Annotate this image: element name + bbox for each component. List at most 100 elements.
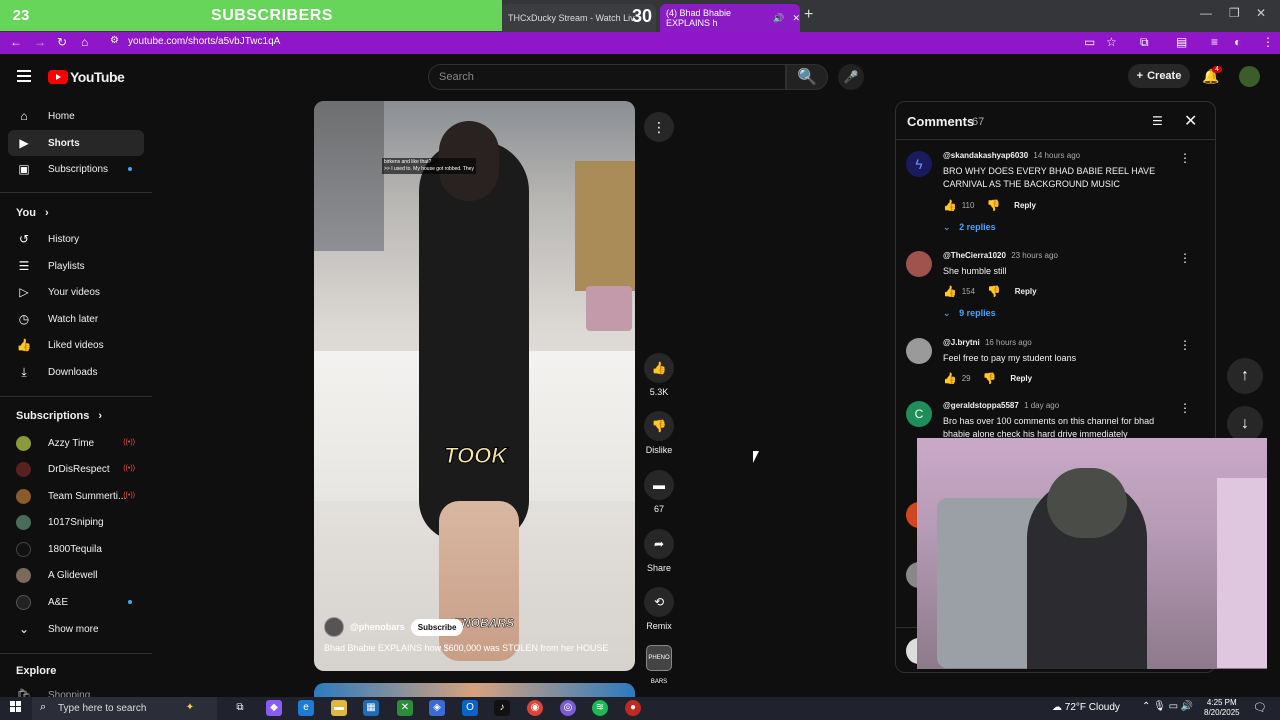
bookmark-star-icon[interactable]: ☆ <box>1106 35 1117 49</box>
spotify-icon[interactable]: ≋ <box>592 700 608 716</box>
reply-button[interactable]: Reply <box>1010 374 1032 383</box>
sidebar-item-history[interactable]: ↺ History <box>8 226 144 252</box>
subscriptions-heading[interactable]: Subscriptions › <box>16 410 102 422</box>
browser-menu-icon[interactable]: ⋮ <box>1262 35 1274 49</box>
remix-button[interactable]: ⟲ Remix <box>644 587 674 631</box>
extensions-icon[interactable]: ⧉ <box>1140 35 1149 50</box>
url-field[interactable]: youtube.com/shorts/a5vbJTwc1qA <box>128 36 280 47</box>
sidebar-item-shopping[interactable]: 🛍 Shopping <box>8 682 144 698</box>
view-replies-button[interactable]: ⌄ 2 replies <box>943 222 996 233</box>
sidebar-show-more[interactable]: ⌄ Show more <box>8 616 144 642</box>
comment-handle[interactable]: @TheCierra1020 <box>943 251 1006 260</box>
like-icon[interactable]: 👍 <box>943 372 957 385</box>
sidebar-item-playlists[interactable]: ☰ Playlists <box>8 253 144 279</box>
comment-menu-icon[interactable]: ⋮ <box>1179 151 1191 165</box>
maximize-icon[interactable]: ❐ <box>1229 6 1240 20</box>
browser-tab-stream[interactable]: THCxDucky Stream - Watch Liv 30 <box>502 4 656 32</box>
hamburger-menu-icon[interactable] <box>17 70 31 85</box>
create-button[interactable]: + Create <box>1128 64 1190 88</box>
dislike-icon[interactable]: 👎 <box>983 372 997 385</box>
xbox-icon[interactable]: ✕ <box>397 700 413 716</box>
sound-thumbnail[interactable]: PHENO BARS <box>646 645 672 685</box>
youtube-logo[interactable]: YouTube <box>48 69 125 85</box>
comment-handle[interactable]: @skandakashyap6030 <box>943 151 1028 160</box>
close-window-icon[interactable]: ✕ <box>1256 6 1266 20</box>
forward-icon[interactable]: → <box>34 35 46 49</box>
commenter-avatar[interactable]: ϟ <box>906 151 932 177</box>
sparkle-icon[interactable]: ✦ <box>182 700 198 716</box>
reply-button[interactable]: Reply <box>1015 287 1037 296</box>
sidebar-channel-item[interactable]: Team Summerti... ((•)) <box>8 483 144 509</box>
comments-button[interactable]: ▬ 67 <box>644 470 674 514</box>
close-tab-icon[interactable]: ✕ <box>792 13 800 24</box>
short-video-player[interactable]: birkens and like that? >> I used to. My … <box>314 101 635 671</box>
channel-name[interactable]: @phenobars <box>350 622 405 632</box>
close-icon[interactable]: ✕ <box>1184 111 1197 131</box>
sidebar-item-home[interactable]: ⌂ Home <box>8 103 144 129</box>
comment-handle[interactable]: @J.brytni <box>943 338 980 347</box>
app-icon[interactable]: ◈ <box>429 700 445 716</box>
like-button[interactable]: 👍 5.3K <box>644 353 674 397</box>
dislike-icon[interactable]: 👎 <box>986 199 1000 212</box>
sidebar-channel-item[interactable]: A Glidewell <box>8 562 144 588</box>
edge-icon[interactable]: e <box>298 700 314 716</box>
task-view-icon[interactable]: ⧉ <box>232 700 248 716</box>
site-info-icon[interactable]: ⚙ <box>110 35 119 46</box>
comment-menu-icon[interactable]: ⋮ <box>1179 251 1191 265</box>
sidebar-channel-item[interactable]: DrDisRespect ((•)) <box>8 456 144 482</box>
browser-tab-youtube[interactable]: (4) Bhad Bhabie EXPLAINS h 🔊 ✕ <box>660 4 800 32</box>
obs-icon[interactable]: ● <box>625 700 641 716</box>
sidebar-channel-item[interactable]: 1800Tequila <box>8 536 144 562</box>
windows-start-icon[interactable] <box>10 701 22 713</box>
comment-menu-icon[interactable]: ⋮ <box>1179 401 1191 415</box>
commenter-avatar[interactable]: C <box>906 401 932 427</box>
commenter-avatar[interactable] <box>906 251 932 277</box>
more-options-icon[interactable]: ⋮ <box>644 112 674 142</box>
copilot-icon[interactable]: ◆ <box>266 700 282 716</box>
sidebar-item-liked-videos[interactable]: 👍 Liked videos <box>8 332 144 358</box>
share-button[interactable]: ➦ Share <box>644 529 674 573</box>
search-input[interactable]: Search <box>428 64 786 90</box>
sort-icon[interactable]: ☰ <box>1152 114 1163 128</box>
home-browser-icon[interactable]: ⌂ <box>81 35 88 49</box>
dislike-icon[interactable]: 👎 <box>987 285 1001 298</box>
avatar[interactable] <box>1239 66 1260 87</box>
outlook-icon[interactable]: O <box>462 700 478 716</box>
messenger-icon[interactable]: ◎ <box>560 700 576 716</box>
file-explorer-icon[interactable]: ▬ <box>331 700 347 716</box>
sidebar-item-downloads[interactable]: ⤓ Downloads <box>8 359 144 385</box>
chrome-icon[interactable]: ◉ <box>527 700 543 716</box>
sidebar-item-your-videos[interactable]: ▷ Your videos <box>8 279 144 305</box>
dislike-button[interactable]: 👎 Dislike <box>644 411 674 455</box>
minimize-icon[interactable]: — <box>1200 6 1212 20</box>
sidebar-channel-item[interactable]: Azzy Time ((•)) <box>8 430 144 456</box>
system-tray[interactable]: ⌃ 🎙 ▭ 🔊 <box>1142 701 1193 712</box>
commenter-avatar[interactable] <box>906 338 932 364</box>
subscribe-button[interactable]: Subscribe <box>410 618 464 636</box>
media-icon[interactable]: ≡ <box>1211 35 1218 49</box>
sidebar-item-watch-later[interactable]: ◷ Watch later <box>8 306 144 332</box>
weather-widget[interactable]: ☁ 72°F Cloudy <box>1052 702 1120 713</box>
sidebar-item-shorts[interactable]: ▶ Shorts <box>8 130 144 156</box>
reading-icon[interactable]: ▤ <box>1176 35 1187 49</box>
comment-menu-icon[interactable]: ⋮ <box>1179 338 1191 352</box>
sidebar-channel-item[interactable]: 1017Sniping <box>8 509 144 535</box>
store-icon[interactable]: ▦ <box>363 700 379 716</box>
you-heading[interactable]: You › <box>16 207 49 219</box>
tiktok-icon[interactable]: ♪ <box>494 700 510 716</box>
like-icon[interactable]: 👍 <box>943 199 957 212</box>
back-icon[interactable]: ← <box>10 35 22 49</box>
taskbar-clock[interactable]: 4:25 PM 8/20/2025 <box>1204 698 1240 718</box>
new-tab-icon[interactable]: + <box>804 6 813 24</box>
sidebar-channel-item[interactable]: A&E <box>8 589 144 615</box>
channel-avatar[interactable] <box>324 617 344 637</box>
view-replies-button[interactable]: ⌄ 9 replies <box>943 308 996 319</box>
notification-center-icon[interactable]: 🗨 <box>1253 701 1267 714</box>
profile-icon[interactable]: ◐ <box>1234 35 1241 49</box>
voice-search-button[interactable]: 🎤 <box>838 64 864 90</box>
reload-icon[interactable]: ↻ <box>57 35 67 49</box>
next-short-button[interactable]: ↓ <box>1227 406 1263 442</box>
speaker-icon[interactable]: 🔊 <box>773 13 784 24</box>
sidebar-item-subscriptions[interactable]: ▣ Subscriptions <box>8 156 144 182</box>
like-icon[interactable]: 👍 <box>943 285 957 298</box>
